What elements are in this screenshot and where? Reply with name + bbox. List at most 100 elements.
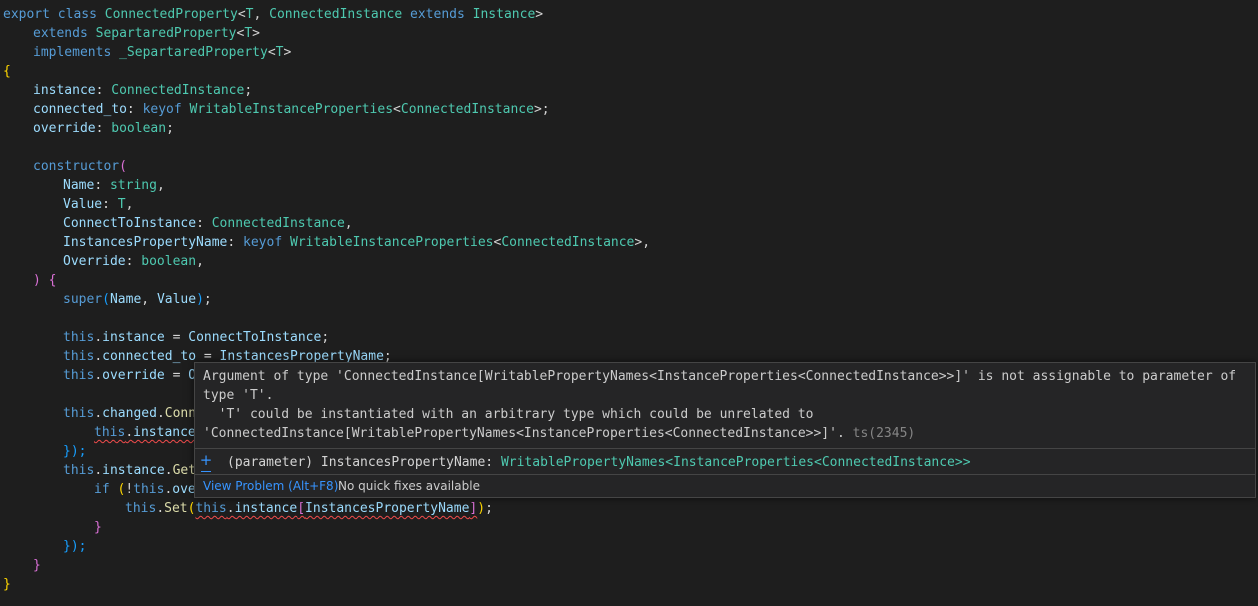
punct: , bbox=[253, 7, 270, 22]
code-line: } bbox=[3, 575, 11, 594]
error-message-line: 'ConnectedInstance[WritablePropertyNames… bbox=[203, 426, 845, 441]
code-line: Override: boolean, bbox=[63, 252, 204, 271]
punct: . bbox=[94, 349, 103, 364]
punct: ; bbox=[541, 102, 550, 117]
punct: : bbox=[126, 102, 143, 117]
code-editor[interactable]: export class ConnectedProperty<T, Connec… bbox=[0, 0, 1258, 606]
bracket: { bbox=[3, 64, 11, 79]
keyword: extends bbox=[33, 26, 88, 41]
parameter: Value bbox=[63, 197, 103, 212]
error-message: Argument of type 'ConnectedInstance[Writ… bbox=[203, 367, 1243, 443]
parameter: Name bbox=[63, 178, 95, 193]
code-line: } bbox=[94, 518, 102, 537]
punct: ; bbox=[166, 121, 174, 136]
type-name: _SepartaredProperty bbox=[119, 45, 268, 60]
bracket: }); bbox=[63, 444, 87, 459]
bracket: [ bbox=[297, 501, 306, 516]
code-line: this.instance = ConnectToInstance; bbox=[63, 328, 329, 347]
property: instance bbox=[33, 83, 96, 98]
keyword: implements bbox=[33, 45, 112, 60]
code-line: this.instance.Get bbox=[63, 461, 196, 480]
property: override bbox=[102, 368, 165, 383]
no-quick-fixes-label: No quick fixes available bbox=[338, 479, 480, 493]
keyword: this bbox=[94, 425, 126, 440]
punct: . bbox=[94, 406, 103, 421]
keyword: keyof bbox=[243, 235, 283, 250]
keyword: this bbox=[63, 330, 95, 345]
punct: : bbox=[95, 121, 112, 136]
punct: ; bbox=[203, 292, 212, 307]
type-param: T bbox=[117, 197, 126, 212]
code-line: this.Set(this.instance[InstancesProperty… bbox=[125, 499, 493, 518]
punct: ; bbox=[485, 501, 493, 516]
punct: . bbox=[94, 330, 103, 345]
punct: : bbox=[227, 235, 244, 250]
bracket: } bbox=[33, 558, 41, 573]
code-line: instance: ConnectedInstance; bbox=[33, 81, 252, 100]
variable: InstancesPropertyName bbox=[305, 501, 470, 516]
keyword: extends bbox=[410, 7, 465, 22]
type-name: WritableInstanceProperties bbox=[189, 102, 394, 117]
keyword: class bbox=[57, 7, 97, 22]
keyword: this bbox=[133, 482, 165, 497]
type-name: string bbox=[109, 178, 157, 193]
bracket: ) bbox=[196, 292, 204, 307]
property: instance bbox=[102, 463, 165, 478]
punct: = bbox=[164, 330, 189, 345]
punct: , bbox=[196, 254, 204, 269]
code-line: }); bbox=[63, 442, 86, 461]
keyword: if bbox=[94, 482, 110, 497]
keyword: keyof bbox=[142, 102, 182, 117]
property: instance bbox=[133, 425, 196, 440]
code-line: this.changed.Conn bbox=[63, 404, 196, 423]
bracket: ) bbox=[477, 501, 486, 516]
variable: Name bbox=[109, 292, 142, 307]
type-param: ConnectedInstance bbox=[269, 7, 403, 22]
type-name: ConnectedInstance bbox=[211, 216, 345, 231]
bracket: }); bbox=[63, 539, 87, 554]
keyword: this bbox=[63, 368, 95, 383]
error-message-line: 'T' could be instantiated with an arbitr… bbox=[203, 407, 814, 422]
code-line: implements _SepartaredProperty<T> bbox=[33, 43, 291, 62]
punct: < bbox=[237, 7, 246, 22]
type-name: Instance bbox=[472, 7, 536, 22]
type-name: SepartaredProperty bbox=[95, 26, 237, 41]
property: changed bbox=[102, 406, 157, 421]
punct: ! bbox=[125, 482, 134, 497]
punct: : bbox=[95, 83, 112, 98]
parameter-signature: (parameter) InstancesPropertyName: Writa… bbox=[227, 453, 971, 472]
punct: , bbox=[344, 216, 353, 231]
punct: : bbox=[125, 254, 142, 269]
plus-icon[interactable]: + bbox=[198, 451, 214, 472]
error-hover-widget[interactable]: Argument of type 'ConnectedInstance[Writ… bbox=[194, 362, 1256, 498]
punct: ; bbox=[244, 83, 253, 98]
type-name: WritableInstanceProperties bbox=[290, 235, 494, 250]
error-message-line: Argument of type 'ConnectedInstance[Writ… bbox=[203, 369, 1237, 384]
function-name: Conn bbox=[164, 406, 197, 421]
keyword: constructor bbox=[33, 159, 120, 174]
signature-type: WritablePropertyNames<InstanceProperties… bbox=[500, 455, 971, 470]
variable: ConnectToInstance bbox=[188, 330, 322, 345]
bracket: } bbox=[3, 577, 11, 592]
code-line: export class ConnectedProperty<T, Connec… bbox=[3, 5, 543, 24]
code-line: if (!this.ove bbox=[94, 480, 196, 499]
code-line: extends SepartaredProperty<T> bbox=[33, 24, 260, 43]
punct: : bbox=[102, 197, 118, 212]
code-line: } bbox=[33, 556, 41, 575]
punct: , bbox=[125, 197, 134, 212]
keyword: this bbox=[125, 501, 157, 516]
keyword: this bbox=[63, 349, 95, 364]
punct: < bbox=[393, 102, 401, 117]
hover-status-bar: View Problem (Alt+F8) No quick fixes ava… bbox=[195, 474, 1255, 498]
punct: . bbox=[125, 425, 134, 440]
punct: > bbox=[535, 7, 544, 22]
class-name: ConnectedProperty bbox=[104, 7, 238, 22]
code-line: { bbox=[3, 62, 11, 81]
view-problem-link[interactable]: View Problem (Alt+F8) bbox=[203, 475, 338, 497]
code-line: this.instance bbox=[94, 423, 196, 442]
code-line: }); bbox=[63, 537, 86, 556]
function-name: Set bbox=[164, 501, 188, 516]
property: override bbox=[33, 121, 96, 136]
code-line: super(Name, Value); bbox=[63, 290, 212, 309]
punct: . bbox=[94, 463, 103, 478]
